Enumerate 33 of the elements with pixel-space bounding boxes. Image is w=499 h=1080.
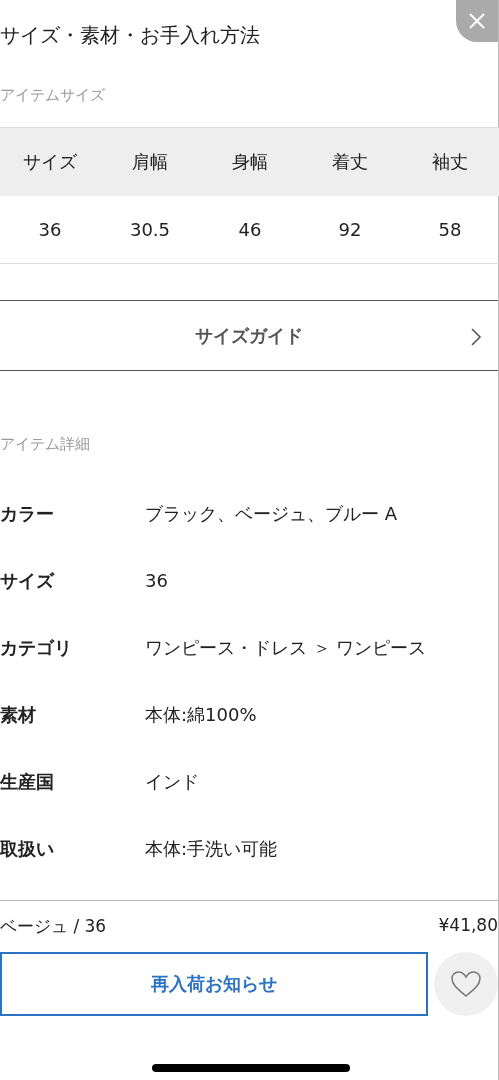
table-cell: 36 — [0, 196, 100, 264]
detail-key: サイズ — [0, 568, 145, 593]
table-cell: 30.5 — [100, 196, 200, 264]
detail-value: 本体:手洗い可能 — [145, 836, 278, 861]
detail-key: 取扱い — [0, 836, 145, 861]
detail-key: 素材 — [0, 702, 145, 727]
chevron-icon — [470, 327, 482, 347]
table-cell: 58 — [400, 196, 499, 264]
variant-text: ベージュ / 36 — [0, 915, 107, 938]
detail-key: 生産国 — [0, 769, 145, 794]
detail-value: 本体:綿100% — [145, 702, 257, 727]
close-button[interactable] — [456, 0, 498, 42]
section-label: アイテム詳細 — [0, 435, 91, 454]
size-guide-button[interactable]: サイズガイド — [0, 300, 498, 371]
detail-value: ブラック、ベージュ、ブルー A — [145, 501, 398, 526]
detail-value: ワンピース・ドレス ＞ ワンピース — [145, 635, 427, 660]
table-cell: 92 — [300, 196, 400, 264]
table-header: サイズ — [0, 127, 100, 196]
detail-value: 36 — [145, 570, 168, 591]
page-title: サイズ・素材・お手入れ方法 — [0, 22, 260, 49]
detail-key: カラー — [0, 501, 145, 526]
heart-icon — [450, 970, 482, 998]
table-cell: 46 — [200, 196, 300, 264]
section-label: アイテムサイズ — [0, 86, 106, 105]
price: ¥41,80 — [438, 915, 498, 937]
close-icon — [468, 12, 486, 30]
table-header: 袖丈 — [400, 127, 499, 196]
table-header: 身幅 — [200, 127, 300, 196]
table-header: 着丈 — [300, 127, 400, 196]
detail-value: インド — [145, 769, 199, 794]
restock-notify-button[interactable]: 再入荷お知らせ — [0, 952, 428, 1016]
detail-key: カテゴリ — [0, 635, 145, 660]
table-header: 肩幅 — [100, 127, 200, 196]
